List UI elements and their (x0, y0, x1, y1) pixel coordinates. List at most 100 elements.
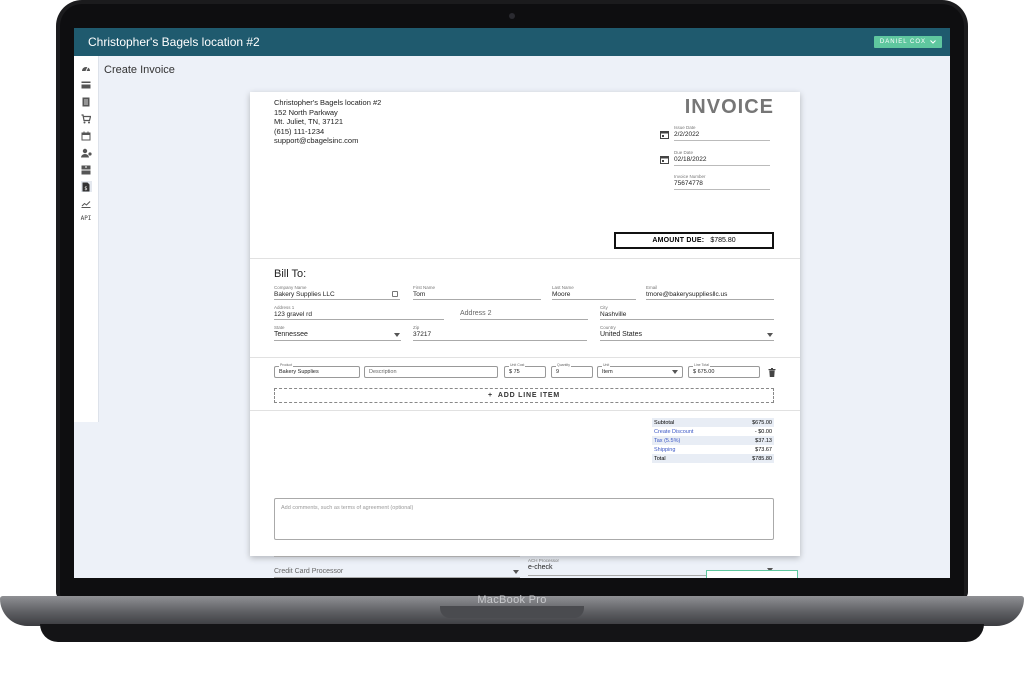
totals-row-subtotal: Subtotal $675.00 (652, 418, 774, 427)
reports-icon[interactable] (81, 198, 92, 209)
cart-icon[interactable] (81, 113, 92, 124)
country-select[interactable]: Country United States (600, 325, 774, 341)
device-brand-label: MacBook Pro (477, 594, 547, 606)
shipping-value: $73.67 (755, 446, 772, 453)
zip-field[interactable]: Zip 37217 (413, 325, 587, 341)
line-total-label: Line Total (693, 363, 710, 367)
payments-icon[interactable] (81, 79, 92, 90)
quantity-label: Quantity (556, 363, 572, 367)
bill-to-heading: Bill To: (274, 268, 307, 280)
last-name-value: Moore (552, 291, 571, 298)
svg-text:$: $ (84, 186, 87, 192)
totals-row-tax: Tax (5.5%) $37.13 (652, 436, 774, 445)
company-name-field[interactable]: Company Name Bakery Supplies LLC (274, 285, 400, 300)
calendar-icon[interactable] (660, 155, 669, 164)
unit-cost-label: Unit Cost (509, 363, 526, 367)
amount-due-label: AMOUNT DUE: (652, 237, 705, 244)
chevron-down-icon (394, 333, 400, 337)
tax-link[interactable]: Tax (5.5%) (654, 438, 680, 444)
app-header: Christopher's Bagels location #2 (74, 28, 950, 56)
quantity-field[interactable]: Quantity 9 (551, 363, 593, 378)
address-2-field[interactable]: Address 2 (460, 305, 588, 320)
business-city: Mt. Juliet, TN, 37121 (274, 117, 344, 126)
credit-card-processor-select[interactable]: Credit Card Processor (274, 562, 520, 578)
chevron-down-icon (672, 370, 678, 374)
comments-textarea[interactable]: Add comments, such as terms of agreement… (274, 498, 774, 540)
business-name: Christopher's Bagels location #2 (274, 98, 382, 107)
calendar-icon[interactable] (660, 130, 669, 139)
unit-cost-field[interactable]: Unit Cost $ 75 (504, 363, 546, 378)
address-1-value: 123 gravel rd (274, 311, 312, 318)
comments-placeholder: Add comments, such as terms of agreement… (281, 505, 414, 511)
address-1-field[interactable]: Address 1 123 gravel rd (274, 305, 444, 320)
laptop-notch (440, 606, 584, 618)
description-placeholder: Description (369, 369, 397, 375)
product-value: Bakery Supplies (279, 369, 319, 375)
customers-icon[interactable] (80, 147, 92, 158)
plus-icon: + (487, 392, 493, 399)
line-total-value: $ 675.00 (693, 369, 715, 375)
quantity-value: 9 (556, 369, 560, 375)
company-name-value: Bakery Supplies LLC (274, 291, 335, 298)
receipt-icon[interactable] (81, 96, 92, 107)
sidebar: $ API (74, 56, 99, 422)
totals-row-discount: Create Discount - $0.00 (652, 427, 774, 436)
dashboard-icon[interactable] (81, 62, 92, 73)
product-field[interactable]: Product Bakery Supplies (274, 363, 360, 378)
save-invoice-button[interactable] (706, 570, 798, 578)
unit-label: Unit (602, 363, 611, 367)
last-name-field[interactable]: Last Name Moore (552, 285, 636, 300)
unit-cost-value: $ 75 (509, 369, 520, 375)
state-select[interactable]: State Tennessee (274, 325, 401, 341)
business-phone: (615) 111-1234 (274, 126, 325, 136)
address-2-placeholder: Address 2 (460, 310, 492, 317)
amount-due-value: $785.80 (710, 237, 736, 244)
inventory-icon[interactable] (81, 164, 92, 175)
description-field[interactable]: Description (364, 366, 498, 378)
product-label: Product (279, 363, 294, 367)
first-name-value: Tom (413, 291, 426, 298)
city-field[interactable]: City Nashville (600, 305, 774, 320)
chevron-down-icon (767, 333, 773, 337)
first-name-field[interactable]: First Name Tom (413, 285, 541, 300)
zip-value: 37217 (413, 331, 432, 338)
add-line-item-label: ADD LINE ITEM (497, 392, 560, 399)
totals-row-shipping: Shipping $73.67 (652, 445, 774, 454)
unit-select[interactable]: Unit Item (597, 363, 683, 378)
country-value: United States (600, 331, 643, 338)
app-screen: Christopher's Bagels location #2 DANIEL … (74, 28, 950, 578)
app-title: Christopher's Bagels location #2 (88, 35, 260, 49)
amount-due-box: AMOUNT DUE: $785.80 (614, 232, 774, 249)
user-name: DANIEL COX (879, 39, 926, 45)
discount-value: - $0.00 (754, 428, 772, 435)
issue-date-field[interactable]: Issue Date 2/2/2022 (674, 125, 770, 141)
contact-book-icon[interactable] (392, 291, 398, 297)
chevron-down-icon (513, 570, 519, 574)
trash-icon[interactable] (768, 368, 776, 377)
issue-date-value: 2/2/2022 (674, 131, 700, 138)
shipping-link[interactable]: Shipping (654, 447, 675, 453)
laptop-foot (40, 624, 984, 642)
invoice-number-value: 75674778 (674, 180, 703, 187)
invoice-card: Christopher's Bagels location #2 152 Nor… (250, 92, 800, 578)
sidebar-item-api[interactable]: API (81, 215, 92, 222)
invoice-icon[interactable]: $ (80, 181, 92, 192)
create-discount-link[interactable]: Create Discount (654, 429, 693, 435)
total-label: Total (654, 455, 666, 462)
due-date-field[interactable]: Due Date 02/18/2022 (674, 150, 770, 166)
invoice-number-field[interactable]: Invoice Number 75674778 (674, 174, 770, 190)
email-value: tmore@bakerysuppliesllc.us (646, 291, 728, 298)
business-street: 152 North Parkway (274, 107, 338, 117)
user-menu-button[interactable]: DANIEL COX (873, 36, 942, 48)
business-email: support@cbagelsinc.com (274, 136, 359, 145)
invoice-title: INVOICE (684, 96, 774, 118)
calendar-icon[interactable] (81, 130, 92, 141)
city-value: Nashville (600, 311, 627, 318)
totals-row-total: Total $785.80 (652, 454, 774, 463)
unit-value: Item (602, 369, 613, 375)
email-field[interactable]: Email tmore@bakerysuppliesllc.us (646, 285, 774, 300)
subtotal-label: Subtotal (654, 419, 675, 426)
add-line-item-button[interactable]: + ADD LINE ITEM (274, 388, 774, 403)
total-value: $785.80 (752, 455, 772, 462)
divider (250, 357, 800, 358)
